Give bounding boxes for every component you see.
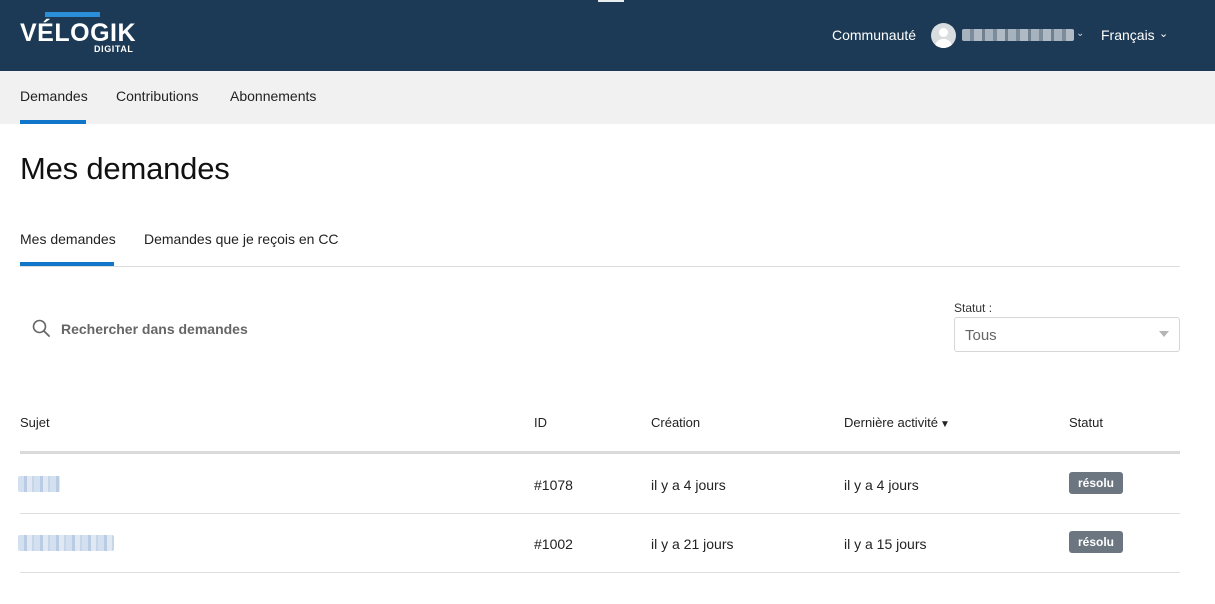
table-row[interactable]: #1002 il y a 21 jours il y a 15 jours ré… (18, 513, 1180, 573)
language-selector[interactable]: Français (1101, 27, 1155, 43)
search-icon (32, 319, 50, 337)
request-subject-link-redacted[interactable] (18, 535, 114, 551)
language-chevron-icon[interactable]: ⌄ (1159, 27, 1168, 40)
velogik-logo[interactable]: VÉLOGIK DIGITAL (20, 12, 137, 56)
logo-top-bar (45, 12, 100, 17)
subnav-item-demandes[interactable]: Demandes (20, 88, 88, 104)
column-header-created[interactable]: Création (651, 415, 700, 430)
status-filter-select[interactable]: Tous (954, 317, 1180, 352)
column-header-last-activity-label: Dernière activité (844, 415, 938, 430)
header-notch (598, 0, 624, 2)
subnav-active-indicator (20, 120, 86, 124)
user-menu-chevron-icon[interactable]: ⌄ (1076, 28, 1084, 39)
status-badge: résolu (1069, 531, 1124, 553)
sub-navigation: Demandes Contributions Abonnements (0, 71, 1215, 124)
page-title: Mes demandes (20, 151, 230, 186)
column-header-status[interactable]: Statut (1069, 415, 1103, 430)
request-id: #1078 (534, 477, 573, 493)
tab-mes-demandes[interactable]: Mes demandes (20, 231, 116, 247)
user-name-redacted[interactable] (962, 29, 1074, 41)
request-last-activity: il y a 4 jours (844, 477, 919, 493)
status-badge: résolu (1069, 472, 1124, 494)
avatar[interactable] (931, 23, 956, 48)
request-created: il y a 4 jours (651, 477, 726, 493)
tabs-divider (20, 266, 1180, 267)
subnav-item-contributions[interactable]: Contributions (116, 88, 199, 104)
table-row[interactable]: #1078 il y a 4 jours il y a 4 jours réso… (18, 454, 1180, 514)
column-header-id[interactable]: ID (534, 415, 547, 430)
status-filter-value: Tous (965, 327, 997, 344)
caret-down-icon (1159, 331, 1169, 337)
column-header-subject[interactable]: Sujet (20, 415, 50, 430)
subnav-item-abonnements[interactable]: Abonnements (230, 88, 316, 104)
top-header: VÉLOGIK DIGITAL Communauté ⌄ Français ⌄ (0, 0, 1215, 71)
request-subject-link-redacted[interactable] (18, 476, 60, 492)
avatar-body-shape (935, 39, 952, 48)
request-last-activity: il y a 15 jours (844, 536, 927, 552)
tab-demandes-cc[interactable]: Demandes que je reçois en CC (144, 231, 339, 247)
logo-wordmark: VÉLOGIK (20, 19, 137, 47)
logo-subtitle: DIGITAL (94, 44, 134, 54)
avatar-head-shape (939, 28, 948, 37)
column-header-last-activity[interactable]: Dernière activité ▼ (844, 415, 950, 430)
community-link[interactable]: Communauté (832, 27, 916, 43)
search-input[interactable]: Rechercher dans demandes (61, 321, 248, 337)
request-created: il y a 21 jours (651, 536, 734, 552)
request-id: #1002 (534, 536, 573, 552)
status-filter-label: Statut : (954, 301, 993, 315)
sort-desc-icon: ▼ (939, 419, 950, 430)
